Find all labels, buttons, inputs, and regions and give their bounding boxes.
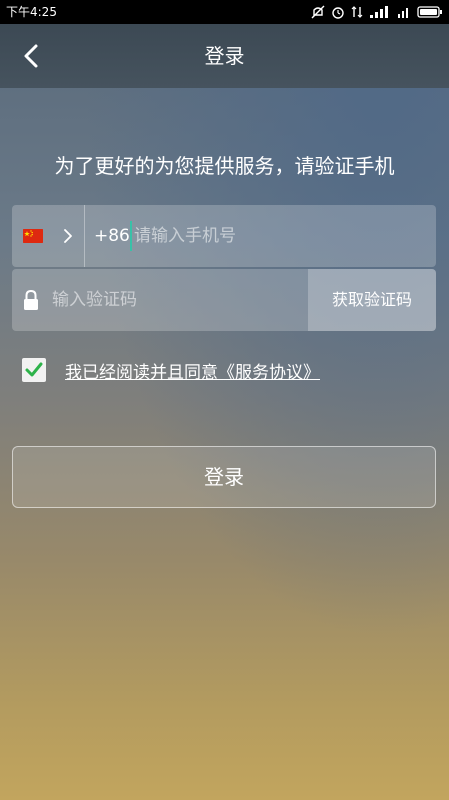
- data-transfer-icon: [351, 6, 363, 18]
- battery-icon: [417, 6, 442, 18]
- country-picker[interactable]: [12, 205, 85, 267]
- login-button[interactable]: 登录: [12, 446, 436, 508]
- verification-code-input[interactable]: [52, 285, 292, 315]
- signal-icon-2: [398, 8, 408, 18]
- signal-icon: [370, 6, 388, 18]
- code-row: 获取验证码: [12, 269, 436, 331]
- lock-icon: [24, 289, 38, 310]
- phone-input[interactable]: [130, 221, 424, 251]
- status-icons: [311, 0, 443, 24]
- code-field: [12, 269, 308, 331]
- phone-row: +86: [12, 205, 436, 267]
- check-icon: [25, 362, 43, 377]
- verification-prompt: 为了更好的为您提供服务，请验证手机: [54, 154, 395, 178]
- country-code: +86: [94, 226, 130, 246]
- mute-icon: [311, 5, 325, 19]
- get-code-button[interactable]: 获取验证码: [308, 269, 436, 331]
- service-agreement-link[interactable]: 我已经阅读并且同意《服务协议》: [65, 358, 320, 383]
- agreement-row: 我已经阅读并且同意《服务协议》: [22, 357, 320, 383]
- alarm-icon: [332, 7, 344, 19]
- header-bar: 登录: [0, 24, 449, 88]
- chevron-right-icon: [64, 229, 72, 243]
- agreement-checkbox[interactable]: [22, 358, 46, 382]
- page-title: 登录: [204, 44, 245, 68]
- status-bar: 下午4:25: [0, 0, 449, 24]
- status-time: 下午4:25: [6, 5, 57, 19]
- china-flag-icon: [23, 229, 43, 243]
